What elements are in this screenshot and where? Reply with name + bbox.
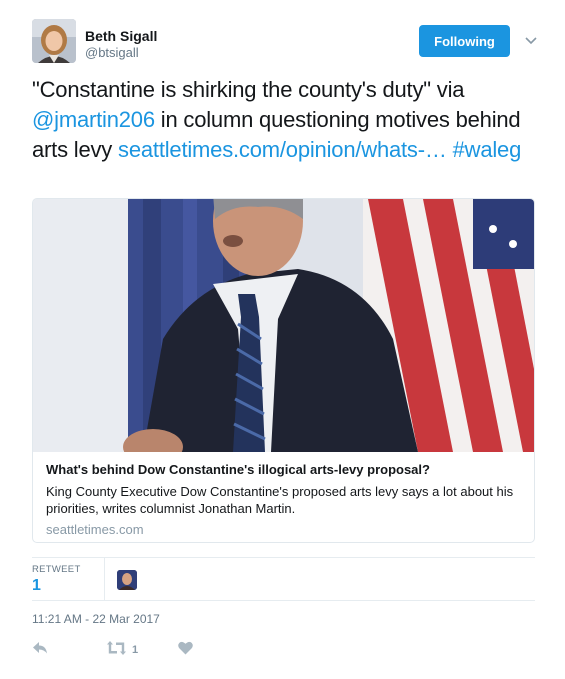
card-image[interactable] [33, 199, 534, 452]
display-name[interactable]: Beth Sigall [85, 28, 157, 44]
stats-divider [104, 558, 105, 600]
hashtag-link[interactable]: #waleg [453, 137, 522, 162]
card-body: What's behind Dow Constantine's illogica… [46, 461, 524, 538]
card-domain: seattletimes.com [46, 522, 144, 537]
tweet-stats: RETWEET 1 [32, 557, 535, 601]
retweet-stat-count[interactable]: 1 [32, 577, 41, 595]
avatar[interactable] [32, 19, 76, 63]
tweet-text-part: "Constantine is shirking the county's du… [32, 77, 465, 102]
link-card[interactable]: What's behind Dow Constantine's illogica… [32, 198, 535, 543]
retweeter-avatar[interactable] [117, 570, 137, 590]
url-link[interactable]: seattletimes.com/opinion/whats-… [118, 137, 447, 162]
reply-icon [32, 641, 48, 660]
card-title[interactable]: What's behind Dow Constantine's illogica… [46, 461, 524, 478]
chevron-down-icon[interactable] [524, 34, 538, 48]
user-names: Beth Sigall @btsigall [85, 28, 157, 61]
tweet-text: "Constantine is shirking the county's du… [32, 75, 537, 165]
like-button[interactable] [178, 640, 193, 660]
heart-icon [178, 641, 193, 660]
user-handle[interactable]: @btsigall [85, 45, 157, 61]
tweet-actions: 1 [32, 640, 332, 660]
retweet-icon [107, 640, 126, 660]
following-button[interactable]: Following [419, 25, 510, 57]
tweet-timestamp[interactable]: 11:21 AM - 22 Mar 2017 [32, 612, 160, 626]
mention-link[interactable]: @jmartin206 [32, 107, 155, 132]
reply-button[interactable] [32, 640, 48, 660]
retweet-stat-label[interactable]: RETWEET [32, 564, 81, 575]
tweet-header: Beth Sigall @btsigall Following [32, 19, 537, 65]
retweet-button[interactable]: 1 [107, 640, 138, 660]
retweet-action-count: 1 [132, 644, 139, 656]
card-description: King County Executive Dow Constantine's … [46, 484, 514, 516]
